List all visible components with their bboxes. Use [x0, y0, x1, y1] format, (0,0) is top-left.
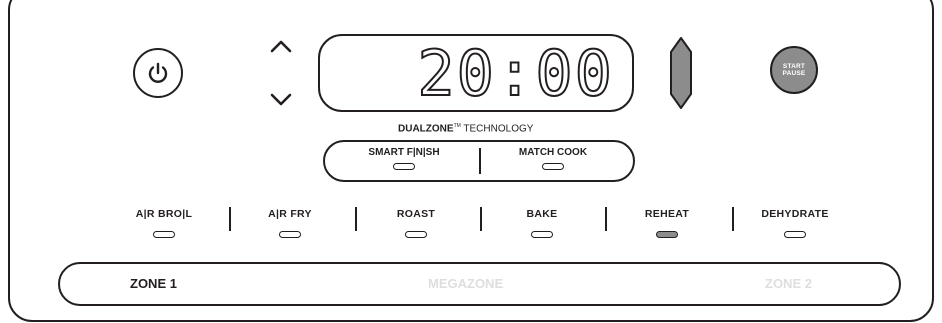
function-indicator: [784, 231, 806, 238]
function-label: BAKE: [526, 208, 558, 220]
match-cook-label: MATCH COOK: [518, 147, 588, 158]
reheat-button[interactable]: REHEAT: [612, 207, 722, 238]
function-divider: [480, 207, 482, 231]
function-indicator: [279, 231, 301, 238]
function-divider: [229, 207, 231, 231]
dualzone-brand: DUALZONE: [398, 123, 454, 135]
function-label: A|R BRO|L: [135, 208, 193, 220]
match-cook-indicator: [542, 163, 564, 170]
technology-suffix: TECHNOLOGY: [463, 123, 534, 135]
function-indicator: [656, 231, 678, 238]
function-divider: [355, 207, 357, 231]
temp-selector-button[interactable]: [669, 36, 693, 115]
power-button[interactable]: [133, 48, 183, 98]
time-down-button[interactable]: [266, 88, 296, 112]
time-up-button[interactable]: [266, 34, 296, 58]
function-label: ROAST: [396, 208, 436, 220]
megazone-button[interactable]: MEGAZONE: [428, 276, 503, 291]
function-indicator: [153, 231, 175, 238]
start-label: START: [782, 63, 806, 70]
diamond-arrow-icon: [670, 37, 692, 109]
smart-finish-label: SMART F|N|SH: [368, 147, 440, 158]
smart-finish-button[interactable]: SMART F|N|SH: [329, 147, 479, 170]
start-pause-button[interactable]: START PAUSE: [770, 46, 818, 94]
function-label: DEHYDRATE: [761, 208, 829, 220]
smart-finish-indicator: [393, 163, 415, 170]
roast-button[interactable]: ROAST: [361, 207, 471, 238]
bake-button[interactable]: BAKE: [487, 207, 597, 238]
time-display: 20:00: [318, 34, 634, 112]
trademark: TM: [453, 123, 461, 129]
function-indicator: [405, 231, 427, 238]
display-time: 20:00: [416, 37, 614, 110]
match-cook-button[interactable]: MATCH COOK: [478, 147, 628, 170]
chevron-down-icon: [270, 93, 292, 106]
dehydrate-button[interactable]: DEHYDRATE: [740, 207, 850, 238]
zone-1-button[interactable]: ZONE 1: [130, 276, 177, 291]
function-divider: [605, 207, 607, 231]
air-fry-button[interactable]: A|R FRY: [235, 207, 345, 238]
zone-2-button[interactable]: ZONE 2: [765, 276, 812, 291]
chevron-up-icon: [270, 40, 292, 53]
power-icon: [148, 62, 168, 83]
dualzone-technology-label: DUALZONETM TECHNOLOGY: [398, 123, 533, 134]
function-divider: [732, 207, 734, 231]
function-label: A|R FRY: [268, 208, 312, 220]
function-label: REHEAT: [644, 208, 690, 220]
air-broil-button[interactable]: A|R BRO|L: [109, 207, 219, 238]
function-indicator: [531, 231, 553, 238]
pause-label: PAUSE: [782, 70, 806, 77]
